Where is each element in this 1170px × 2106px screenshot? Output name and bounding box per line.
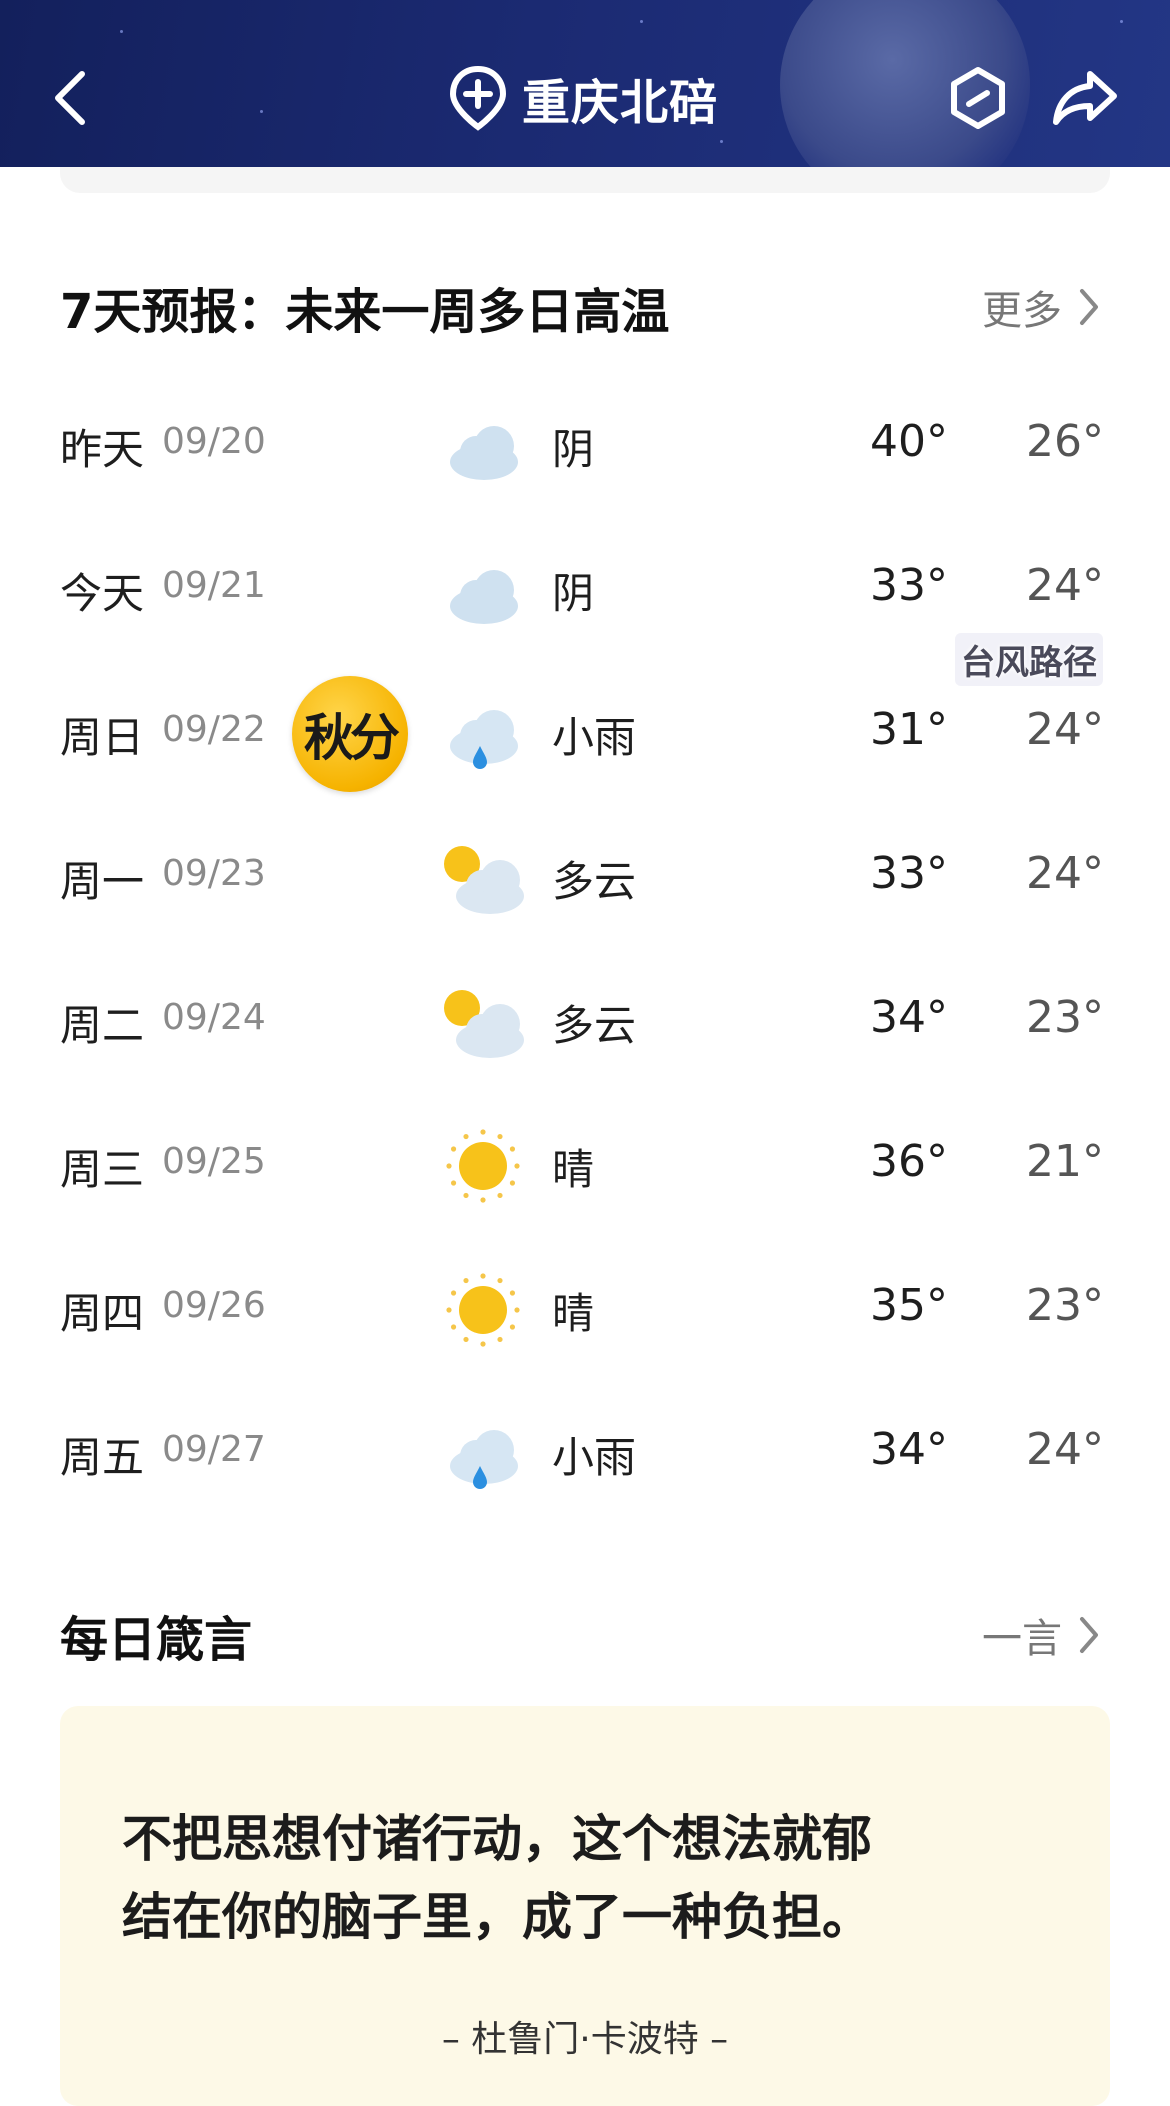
forecast-condition: 阴 (552, 569, 595, 618)
forecast-low: 24° (1026, 560, 1104, 611)
location-selector[interactable]: 重庆北碚 (448, 58, 718, 138)
forecast-high: 40° (870, 416, 948, 467)
share-button[interactable] (1050, 58, 1120, 138)
forecast-row[interactable]: 周二 09/24 多云 34° 23° (0, 972, 1170, 1072)
location-title: 重庆北碚 (522, 75, 719, 131)
forecast-row[interactable]: 周日 09/22 小雨 31° 24° (0, 684, 1170, 784)
share-arrow-icon (1053, 71, 1117, 125)
forecast-high: 33° (870, 560, 948, 611)
forecast-condition: 小雨 (552, 1433, 637, 1482)
forecast-day: 周三 (60, 1145, 145, 1194)
light-rain-icon (440, 1414, 526, 1494)
forecast-condition: 晴 (552, 1289, 595, 1338)
quote-text: 不把思想付诸行动，这个想法就郁 结在你的脑子里，成了一种负担。 (122, 1800, 1022, 1956)
forecast-low: 26° (1026, 416, 1104, 467)
forecast-condition: 多云 (552, 857, 637, 906)
forecast-high: 35° (870, 1280, 948, 1331)
forecast-low: 24° (1026, 1424, 1104, 1475)
forecast-low: 21° (1026, 1136, 1104, 1187)
forecast-day: 周一 (60, 857, 145, 906)
forecast-row[interactable]: 周三 09/25 晴 36° 21° (0, 1116, 1170, 1216)
forecast-date: 09/26 (162, 1285, 266, 1326)
forecast-row[interactable]: 周五 09/27 小雨 34° 24° (0, 1404, 1170, 1504)
forecast-day: 昨天 (60, 425, 145, 474)
top-bar: 重庆北碚 (0, 0, 1170, 167)
forecast-row[interactable]: 昨天 09/20 阴 40° 26° (0, 396, 1170, 496)
forecast-high: 31° (870, 704, 948, 755)
forecast-condition: 多云 (552, 1001, 637, 1050)
forecast-low: 23° (1026, 992, 1104, 1043)
forecast-condition: 晴 (552, 1145, 595, 1194)
forecast-day: 周五 (60, 1433, 145, 1482)
forecast-date: 09/23 (162, 853, 266, 894)
quote-line: 不把思想付诸行动，这个想法就郁 (122, 1810, 872, 1868)
forecast-high: 34° (870, 1424, 948, 1475)
forecast-condition: 阴 (552, 425, 595, 474)
forecast-high: 33° (870, 848, 948, 899)
sunny-icon (440, 1126, 526, 1206)
forecast-row[interactable]: 今天 09/21 阴 33° 24° (0, 540, 1170, 640)
quote-author: – 杜鲁门·卡波特 – (441, 2019, 729, 2060)
previous-card-edge (60, 167, 1110, 193)
sunny-icon (440, 1270, 526, 1350)
partly-cloudy-icon (440, 982, 526, 1062)
light-rain-icon (440, 694, 526, 774)
hexagon-icon (951, 67, 1005, 129)
autumn-equinox-badge: 秋分 (292, 676, 408, 792)
style-button[interactable] (946, 58, 1010, 138)
forecast-high: 34° (870, 992, 948, 1043)
forecast-day: 周四 (60, 1289, 145, 1338)
forecast-date: 09/20 (162, 421, 266, 462)
forecast-high: 36° (870, 1136, 948, 1187)
chevron-right-icon (1080, 1617, 1098, 1653)
chevron-left-icon (55, 71, 85, 125)
forecast-low: 24° (1026, 704, 1104, 755)
forecast-low: 23° (1026, 1280, 1104, 1331)
forecast-date: 09/24 (162, 997, 266, 1038)
quote-line: 结在你的脑子里，成了一种负担。 (122, 1888, 872, 1946)
forecast-condition: 小雨 (552, 713, 637, 762)
festival-label: 秋分 (304, 709, 400, 767)
forecast-date: 09/25 (162, 1141, 266, 1182)
forecast-date: 09/21 (162, 565, 266, 606)
forecast-day: 周二 (60, 1001, 145, 1050)
more-label: 更多 (982, 288, 1062, 334)
partly-cloudy-icon (440, 838, 526, 918)
forecast-row[interactable]: 周一 09/23 多云 33° 24° (0, 828, 1170, 928)
typhoon-path-button[interactable]: 台风路径 (955, 633, 1103, 686)
cloudy-icon (440, 406, 526, 486)
quote-link-label: 一言 (982, 1616, 1062, 1662)
location-add-icon (449, 65, 507, 131)
cloudy-icon (440, 550, 526, 630)
forecast-low: 24° (1026, 848, 1104, 899)
forecast-row[interactable]: 周四 09/26 晴 35° 23° (0, 1260, 1170, 1360)
forecast-day: 周日 (60, 713, 145, 762)
forecast-date: 09/22 (162, 709, 266, 750)
back-button[interactable] (40, 58, 100, 138)
more-forecast-link[interactable]: 更多 (982, 278, 1100, 336)
chevron-right-icon (1080, 289, 1098, 325)
quote-section-title: 每日箴言 (60, 1612, 253, 1668)
forecast-title: 7天预报：未来一周多日高温 (60, 284, 670, 340)
forecast-date: 09/27 (162, 1429, 266, 1470)
forecast-day: 今天 (60, 569, 145, 618)
quote-link[interactable]: 一言 (982, 1606, 1100, 1664)
